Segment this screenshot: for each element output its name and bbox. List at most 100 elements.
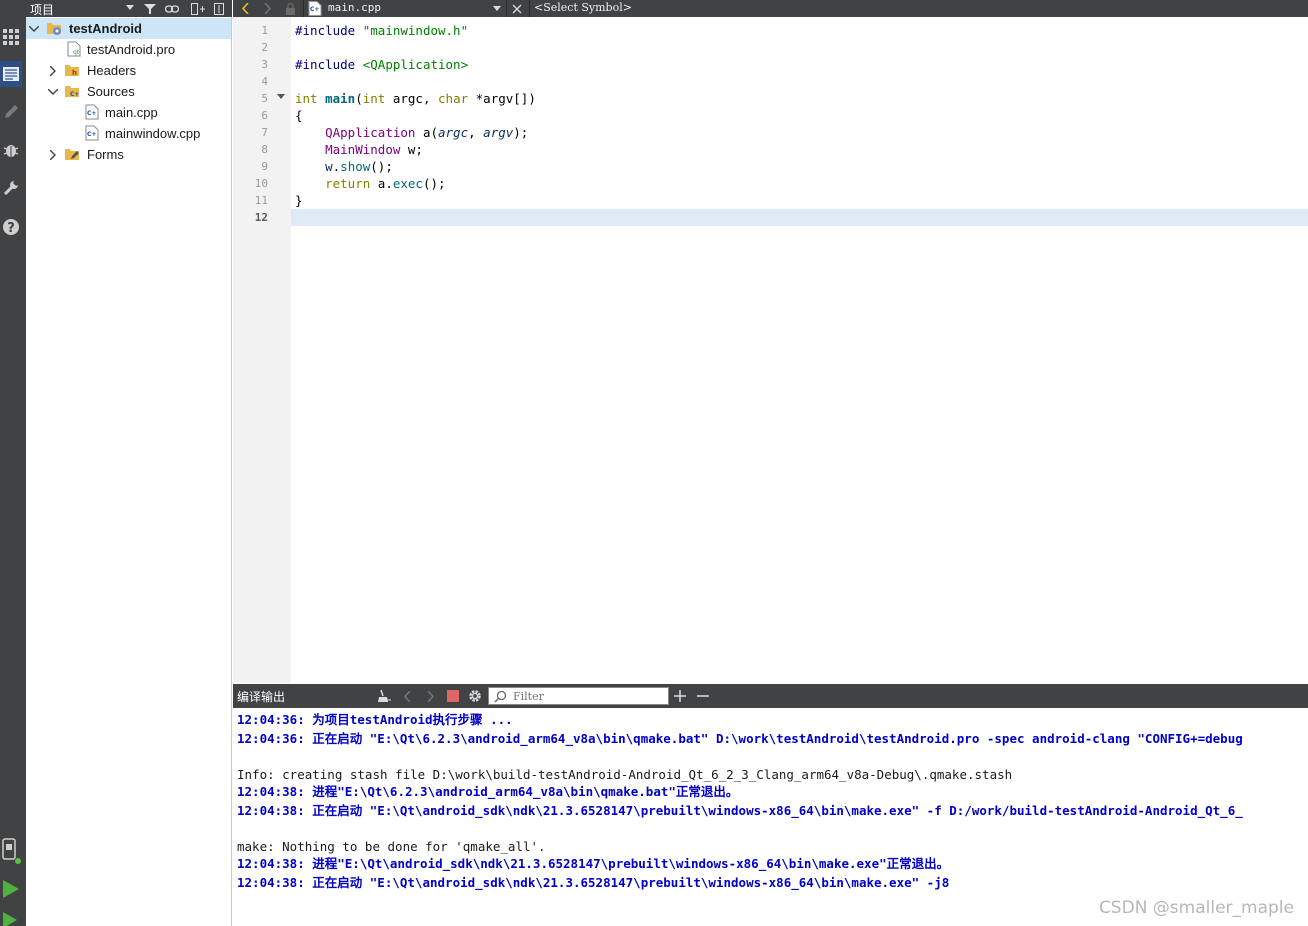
navigate-forward-button[interactable] [257, 0, 277, 17]
svg-text:h: h [72, 69, 77, 77]
chevron-down-icon[interactable] [47, 86, 59, 98]
tree-item-mainwindow-cpp[interactable]: C+ mainwindow.cpp [26, 123, 231, 144]
help-icon: ? [3, 219, 19, 236]
edit-mode-button[interactable] [0, 61, 22, 87]
split-view-button[interactable] [188, 0, 208, 17]
run-button[interactable] [0, 876, 22, 902]
output-line: 12:04:38: 正在启动 "E:\Qt\android_sdk\ndk\21… [237, 803, 1243, 818]
svg-text:C+: C+ [70, 91, 79, 98]
symbol-selector[interactable]: <Select Symbol> [534, 1, 632, 14]
tree-item-main-cpp[interactable]: C+ main.cpp [26, 102, 231, 123]
code-lines[interactable]: #include "mainwindow.h" #include <QAppli… [291, 17, 1308, 237]
filter-tree-button[interactable] [140, 0, 160, 17]
line-number: 5 [261, 92, 268, 105]
line-number: 3 [261, 58, 268, 71]
play-debug-icon [3, 912, 17, 926]
line-number: 8 [261, 143, 268, 156]
debug-mode-button[interactable] [0, 137, 22, 163]
kit-selector-button[interactable] [0, 838, 22, 864]
svg-text:C+: C+ [310, 6, 319, 13]
sources-folder-icon: C+ [65, 86, 79, 98]
tree-item-project[interactable]: testAndroid [26, 18, 231, 39]
zoom-out-button[interactable] [692, 684, 714, 708]
line-number: 4 [261, 75, 268, 88]
code-line[interactable]: QApplication a(argc, argv); [295, 124, 528, 141]
projects-mode-button[interactable] [0, 175, 22, 201]
headers-folder-icon: h [65, 65, 79, 77]
chevron-down-icon[interactable] [28, 23, 40, 35]
play-icon [3, 880, 19, 898]
file-type-icon-wrap: C+ [305, 0, 325, 17]
sync-editor-button[interactable] [162, 0, 182, 17]
cpp-file-icon: C+ [308, 1, 322, 16]
tree-item-pro-file[interactable]: qt testAndroid.pro [26, 39, 231, 60]
tree-item-headers[interactable]: h Headers [26, 60, 231, 81]
stop-button[interactable] [442, 684, 464, 708]
svg-text:?: ? [7, 221, 15, 236]
design-mode-button[interactable] [0, 99, 22, 125]
cpp-file-icon: C+ [85, 125, 99, 141]
svg-text:C+: C+ [87, 110, 96, 117]
close-pane-button[interactable] [209, 0, 229, 17]
code-line[interactable]: w.show(); [295, 158, 393, 175]
code-line[interactable]: MainWindow w; [295, 141, 423, 158]
output-line: 12:04:36: 正在启动 "E:\Qt\6.2.3\android_arm6… [237, 731, 1243, 746]
welcome-mode-button[interactable] [0, 24, 22, 50]
code-line[interactable]: #include <QApplication> [295, 56, 468, 73]
tree-item-forms[interactable]: Forms [26, 144, 231, 165]
filter-icon [144, 3, 156, 14]
output-settings-button[interactable] [464, 684, 486, 708]
tree-item-label: Sources [87, 84, 135, 99]
link-icon [165, 4, 179, 13]
lock-button[interactable] [281, 0, 301, 17]
line-number: 10 [254, 177, 268, 190]
cpp-file-icon: C+ [85, 104, 99, 120]
project-tree: testAndroid qt testAndroid.pro h Headers… [26, 17, 232, 926]
grid-icon [3, 29, 19, 45]
fold-marker-icon[interactable] [277, 94, 285, 99]
clear-output-button[interactable] [373, 684, 395, 708]
chevron-right-icon[interactable] [47, 65, 59, 77]
filter-input[interactable] [513, 689, 663, 703]
close-icon [512, 4, 522, 13]
chevron-down-icon[interactable] [493, 6, 501, 11]
compile-output[interactable]: 12:04:36: 为项目testAndroid执行步骤 ... 12:04:3… [233, 708, 1308, 926]
broom-icon [378, 689, 391, 702]
open-document-combo[interactable]: main.cpp [328, 1, 381, 14]
tree-item-label: testAndroid.pro [87, 42, 176, 57]
project-panel-header: 项目 [26, 0, 232, 17]
svg-text:C+: C+ [87, 131, 96, 138]
document-icon [3, 67, 19, 81]
debug-run-button[interactable] [0, 906, 22, 926]
code-line[interactable]: { [295, 107, 303, 124]
output-line: 12:04:38: 进程"E:\Qt\android_sdk\ndk\21.3.… [237, 856, 950, 871]
output-line: 12:04:36: 为项目testAndroid执行步骤 ... [237, 712, 513, 727]
current-line-number: 12 [254, 211, 268, 224]
code-line[interactable]: #include "mainwindow.h" [295, 22, 468, 39]
output-line: 12:04:38: 进程"E:\Qt\6.2.3\android_arm64_v… [237, 784, 739, 799]
bug-icon [3, 145, 19, 157]
code-line[interactable]: } [295, 192, 303, 209]
previous-item-button[interactable] [396, 684, 418, 708]
close-pane-icon [214, 2, 224, 15]
chevron-right-icon [426, 690, 434, 702]
help-mode-button[interactable]: ? [0, 214, 22, 240]
close-document-button[interactable] [507, 0, 527, 17]
filter-field[interactable] [488, 687, 669, 705]
navigate-back-button[interactable] [235, 0, 255, 17]
line-number: 7 [261, 126, 268, 139]
zoom-in-button[interactable] [669, 684, 691, 708]
chevron-down-icon[interactable] [126, 5, 134, 10]
tree-item-label: main.cpp [105, 105, 158, 120]
line-number: 9 [261, 160, 268, 173]
code-line[interactable]: return a.exec(); [295, 175, 445, 192]
pencil-icon [5, 105, 18, 118]
project-view-combo[interactable]: 项目 [30, 1, 54, 18]
code-line[interactable]: int main(int argc, char *argv[]) [295, 90, 536, 107]
output-pane-header: 编译输出 [233, 684, 1308, 708]
tree-item-sources[interactable]: C+ Sources [26, 81, 231, 102]
editor-toolbar: C+ main.cpp <Select Symbol> [233, 0, 1308, 17]
next-item-button[interactable] [419, 684, 441, 708]
chevron-right-icon[interactable] [47, 149, 59, 161]
gear-icon [469, 690, 481, 702]
